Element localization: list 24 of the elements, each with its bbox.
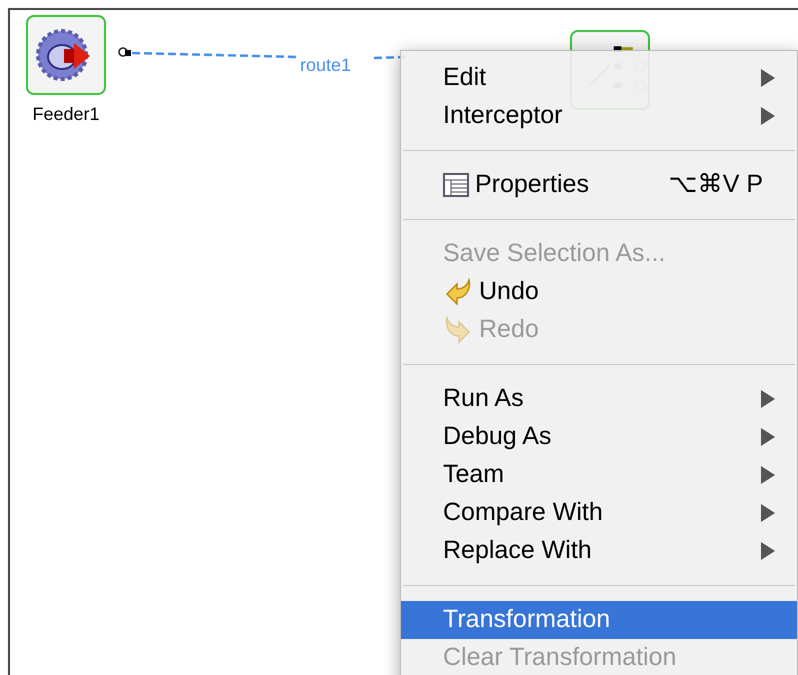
curved-left-arrow-icon [443,278,473,306]
submenu-arrow-icon [761,428,775,446]
shortcut-label: ⌥⌘V P [668,169,763,200]
table-icon [443,173,469,197]
submenu-arrow-icon [761,466,775,484]
node-label: Feeder1 [32,103,100,126]
submenu-arrow-icon [761,504,775,522]
menu-item[interactable]: Edit [401,59,797,97]
submenu-arrow-icon [761,107,775,125]
menu-item[interactable]: Interceptor [401,97,797,135]
curved-right-arrow-icon [443,316,473,344]
submenu-arrow-icon [761,542,775,560]
menu-item[interactable]: Transformation [401,601,797,639]
connection-label: route1 [300,54,352,77]
menu-item[interactable]: Team [401,456,797,494]
submenu-arrow-icon [761,390,775,408]
menu-item[interactable]: Compare With [401,494,797,532]
menu-item[interactable]: Undo [401,273,797,311]
menu-item[interactable]: Replace With [401,532,797,570]
submenu-arrow-icon [761,69,775,87]
menu-item[interactable]: Debug As [401,418,797,456]
menu-item[interactable]: Properties ⌥⌘V P [401,166,797,204]
menu-item[interactable]: Run As [401,380,797,418]
diagram-node[interactable] [26,15,106,95]
